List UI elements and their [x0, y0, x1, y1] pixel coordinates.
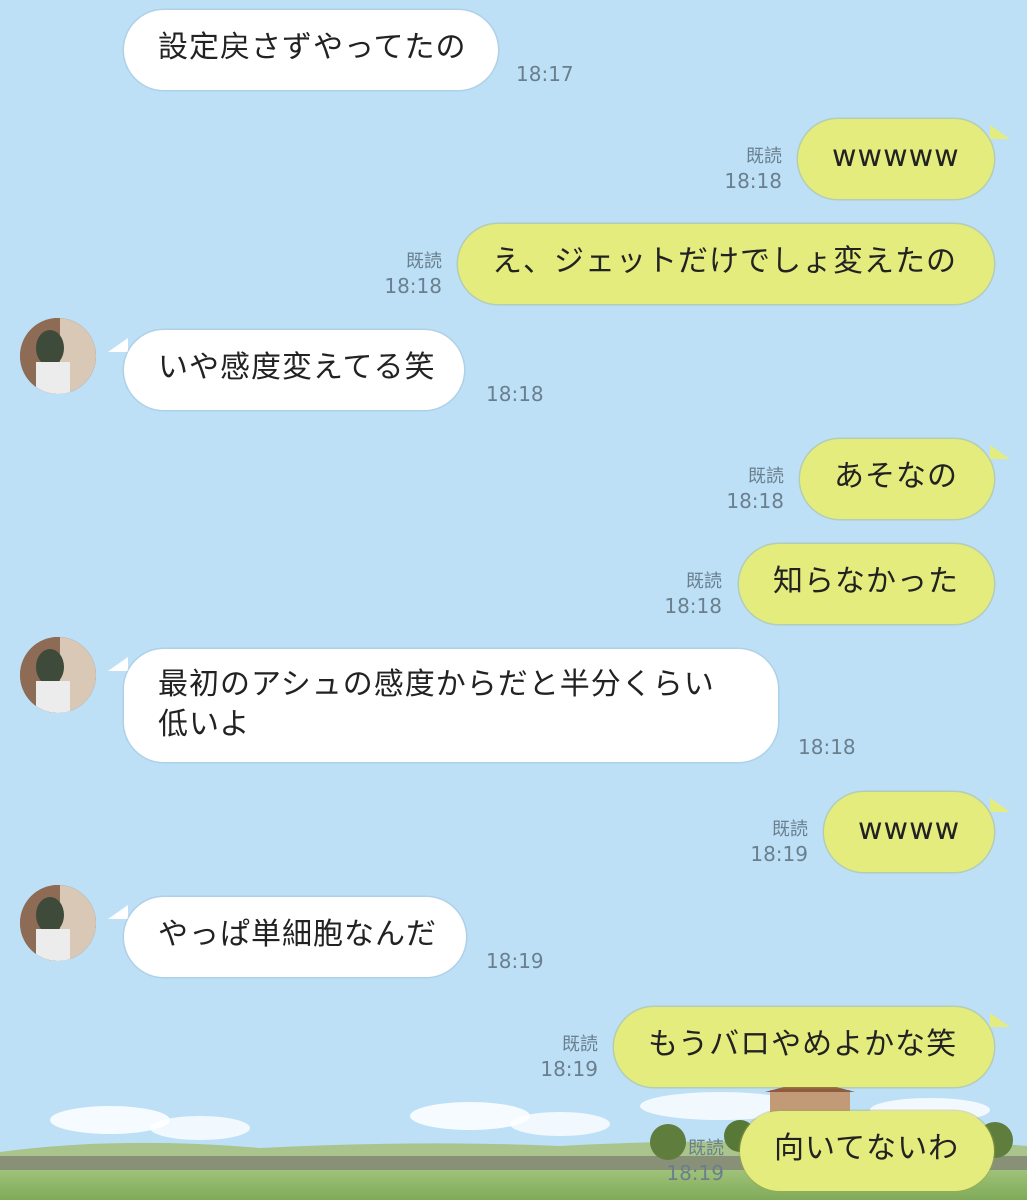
message-time: 18:18 [486, 382, 544, 406]
message-meta: 18:19 [486, 949, 544, 973]
message-bubble-outgoing[interactable]: もうバロやめよかな笑 [614, 1007, 994, 1087]
message-meta: 既読 18:19 [516, 1033, 598, 1081]
bubble-tail [990, 798, 1010, 812]
message-meta: 既読 18:18 [360, 250, 442, 298]
bubble-tail [990, 1013, 1010, 1027]
message-text: wwwww [832, 139, 960, 174]
message-time: 18:19 [666, 1161, 724, 1185]
avatar[interactable] [20, 885, 96, 961]
message-bubble-outgoing[interactable]: 知らなかった [739, 544, 994, 624]
message-text: あそなの [834, 459, 958, 494]
read-receipt: 既読 [748, 466, 784, 487]
message-meta: 既読 18:18 [702, 465, 784, 513]
message-text: 最初のアシュの感度からだと半分くらい低いよ [158, 667, 715, 742]
message-bubble-outgoing[interactable]: 向いてないわ [740, 1111, 994, 1191]
message-bubble-outgoing[interactable]: え、ジェットだけでしょ変えたの [458, 224, 994, 304]
message-time: 18:18 [384, 274, 442, 298]
message-time: 18:19 [540, 1057, 598, 1081]
message-text: いや感度変えてる笑 [158, 350, 436, 385]
read-receipt: 既読 [686, 571, 722, 592]
message-bubble-incoming[interactable]: いや感度変えてる笑 [124, 330, 464, 410]
avatar[interactable] [20, 637, 96, 713]
read-receipt: 既読 [772, 819, 808, 840]
message-time: 18:18 [724, 169, 782, 193]
message-bubble-outgoing[interactable]: wwww [824, 792, 994, 872]
message-text: 向いてないわ [774, 1131, 960, 1166]
message-bubble-incoming[interactable]: 設定戻さずやってたの [124, 10, 498, 90]
read-receipt: 既読 [688, 1138, 724, 1159]
message-time: 18:19 [750, 842, 808, 866]
chat-area[interactable]: 設定戻さずやってたの 18:17 既読 18:18 wwwww 既読 18:18… [0, 0, 1027, 1200]
message-time: 18:18 [664, 594, 722, 618]
avatar[interactable] [20, 318, 96, 394]
message-text: 知らなかった [773, 564, 959, 599]
message-text: やっぱ単細胞なんだ [158, 917, 437, 952]
message-meta: 18:18 [486, 382, 544, 406]
message-text: え、ジェットだけでしょ変えたの [492, 244, 957, 279]
message-time: 18:17 [516, 62, 574, 86]
bubble-tail [108, 657, 128, 671]
message-bubble-incoming[interactable]: 最初のアシュの感度からだと半分くらい低いよ [124, 649, 778, 762]
message-text: wwww [858, 812, 961, 847]
message-time: 18:18 [726, 489, 784, 513]
bubble-tail [990, 125, 1010, 139]
bubble-tail [108, 905, 128, 919]
user-avatar-icon [20, 637, 96, 713]
bubble-tail [990, 445, 1010, 459]
read-receipt: 既読 [406, 251, 442, 272]
read-receipt: 既読 [746, 146, 782, 167]
message-meta: 18:17 [516, 62, 574, 86]
user-avatar-icon [20, 885, 96, 961]
user-avatar-icon [20, 318, 96, 394]
message-bubble-outgoing[interactable]: あそなの [800, 439, 994, 519]
message-meta: 18:18 [798, 735, 856, 759]
message-time: 18:18 [798, 735, 856, 759]
bubble-tail [108, 338, 128, 352]
read-receipt: 既読 [562, 1034, 598, 1055]
message-text: 設定戻さずやってたの [158, 30, 467, 65]
message-meta: 既読 18:18 [700, 145, 782, 193]
message-bubble-outgoing[interactable]: wwwww [798, 119, 994, 199]
message-bubble-incoming[interactable]: やっぱ単細胞なんだ [124, 897, 466, 977]
message-meta: 既読 18:19 [726, 818, 808, 866]
message-meta: 既読 18:19 [642, 1137, 724, 1185]
message-meta: 既読 18:18 [640, 570, 722, 618]
message-time: 18:19 [486, 949, 544, 973]
message-text: もうバロやめよかな笑 [648, 1027, 958, 1062]
